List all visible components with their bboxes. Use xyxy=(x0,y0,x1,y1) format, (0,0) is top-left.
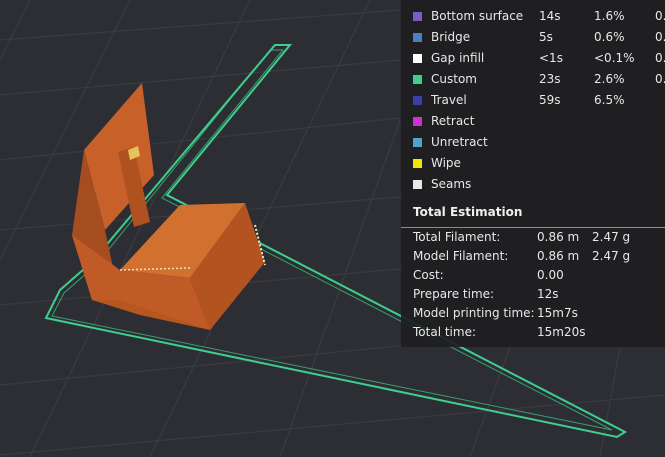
legend-item-percent: 6.5% xyxy=(594,93,625,107)
estimation-row: Model printing time: 15m7s xyxy=(401,304,665,323)
estimation-label: Prepare time: xyxy=(413,287,495,301)
legend-item-time: 14s xyxy=(539,9,561,23)
legend-swatch xyxy=(413,96,422,105)
estimation-value: 0.00 xyxy=(537,268,564,282)
estimation-row: Model Filament: 0.86 m 2.47 g xyxy=(401,247,665,266)
legend-swatch xyxy=(413,180,422,189)
legend-item-name: Custom xyxy=(431,72,477,86)
legend-item-name: Wipe xyxy=(431,156,461,170)
legend-item: Bottom surface 14s 1.6% 0. xyxy=(401,6,665,27)
legend-item-percent: 0.6% xyxy=(594,30,625,44)
estimation-value: 0.86 m xyxy=(537,249,580,263)
legend-item: Retract xyxy=(401,111,665,132)
legend-item-name: Bottom surface xyxy=(431,9,524,23)
estimation-label: Model printing time: xyxy=(413,306,535,320)
legend-swatch xyxy=(413,75,422,84)
legend-item: Travel 59s 6.5% xyxy=(401,90,665,111)
legend-item: Gap infill <1s <0.1% 0. xyxy=(401,48,665,69)
estimation-label: Total time: xyxy=(413,325,476,339)
legend-item-percent: <0.1% xyxy=(594,51,635,65)
legend-item-name: Bridge xyxy=(431,30,471,44)
legend-item-extra: 0. xyxy=(655,9,665,23)
estimation-value: 15m20s xyxy=(537,325,586,339)
legend-item-extra: 0. xyxy=(655,30,665,44)
estimation-value: 0.86 m xyxy=(537,230,580,244)
legend-item: Seams xyxy=(401,174,665,195)
legend-item-percent: 1.6% xyxy=(594,9,625,23)
legend-swatch xyxy=(413,159,422,168)
legend-swatch xyxy=(413,12,422,21)
total-estimation-title: Total Estimation xyxy=(413,205,523,219)
estimation-row: Prepare time: 12s xyxy=(401,285,665,304)
legend-item-name: Unretract xyxy=(431,135,488,149)
legend-item: Wipe xyxy=(401,153,665,174)
legend-item: Custom 23s 2.6% 0. xyxy=(401,69,665,90)
legend-item-extra: 0. xyxy=(655,72,665,86)
estimation-label: Total Filament: xyxy=(413,230,501,244)
legend-item: Bridge 5s 0.6% 0. xyxy=(401,27,665,48)
legend-item-name: Gap infill xyxy=(431,51,485,65)
estimation-row: Total Filament: 0.86 m 2.47 g xyxy=(401,228,665,247)
legend-item-time: <1s xyxy=(539,51,563,65)
legend-swatch xyxy=(413,117,422,126)
estimation-value: 15m7s xyxy=(537,306,578,320)
estimation-label: Cost: xyxy=(413,268,444,282)
legend-item-time: 5s xyxy=(539,30,553,44)
estimation-label: Model Filament: xyxy=(413,249,509,263)
legend-item-percent: 2.6% xyxy=(594,72,625,86)
estimation-value: 12s xyxy=(537,287,559,301)
legend-item-time: 59s xyxy=(539,93,561,107)
legend-item-name: Travel xyxy=(431,93,467,107)
legend-swatch xyxy=(413,54,422,63)
estimation-value-secondary: 2.47 g xyxy=(592,249,631,263)
legend-item-name: Retract xyxy=(431,114,475,128)
legend-panel: Bottom surface14s1.6%0.Bridge5s0.6%0.Gap… xyxy=(401,0,665,347)
estimation-row: Cost: 0.00 xyxy=(401,266,665,285)
legend-item-time: 23s xyxy=(539,72,561,86)
printed-model xyxy=(72,83,266,330)
estimation-row: Total time: 15m20s xyxy=(401,323,665,342)
legend-swatch xyxy=(413,138,422,147)
legend-item: Unretract xyxy=(401,132,665,153)
legend-item-extra: 0. xyxy=(655,51,665,65)
estimation-value-secondary: 2.47 g xyxy=(592,230,631,244)
legend-item-name: Seams xyxy=(431,177,472,191)
legend-swatch xyxy=(413,33,422,42)
